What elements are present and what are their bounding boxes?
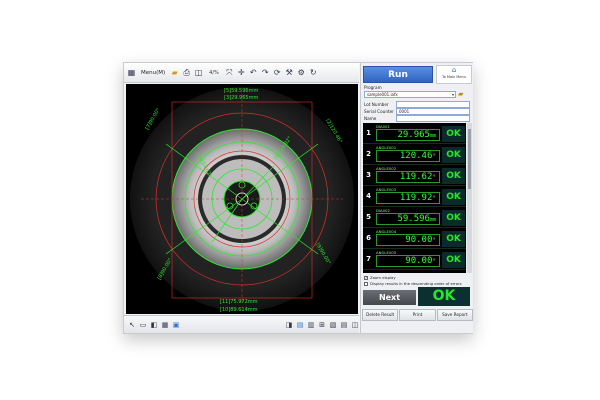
view-icon[interactable]: ◫ xyxy=(351,321,359,329)
lot-number-field[interactable] xyxy=(396,101,470,108)
lot-number-label: Lot Number xyxy=(364,102,389,107)
result-status: OK xyxy=(442,210,465,226)
camera-icon[interactable]: ◨ xyxy=(285,321,293,329)
light-icon[interactable]: ▤ xyxy=(296,321,304,329)
results-list[interactable]: 1 DIA001 29.965mm OK 2 ANGLE001 120.46° … xyxy=(363,123,466,273)
layout-icon[interactable]: ▦ xyxy=(127,68,136,77)
tool-icon[interactable]: ⚒ xyxy=(285,68,294,77)
name-field[interactable] xyxy=(396,115,470,122)
result-row[interactable]: 3 ANGLE002 119.62° OK xyxy=(363,165,466,186)
checkbox-icon xyxy=(364,281,368,286)
home-icon: ⌂ xyxy=(451,66,457,74)
result-status: OK xyxy=(442,189,465,205)
settings-icon[interactable]: ⚙ xyxy=(297,68,306,77)
result-value: 119.62° xyxy=(376,171,440,183)
zoom-level[interactable]: 4/% xyxy=(206,70,222,76)
stage-icon[interactable]: ⊞ xyxy=(318,321,326,329)
results-scrollbar[interactable] xyxy=(467,123,472,273)
menu-button[interactable]: Menu(M) xyxy=(139,70,167,76)
result-value: 90.00° xyxy=(376,234,440,246)
result-status: OK xyxy=(442,147,465,163)
dim-bottom-1: [11]75.972mm xyxy=(220,299,258,305)
result-row[interactable]: 2 ANGLE001 120.46° OK xyxy=(363,144,466,165)
zoom-display-checkbox[interactable]: ✓ Zoom display xyxy=(364,275,396,280)
folder-icon[interactable]: ▰ xyxy=(170,68,179,77)
result-value: 120.46° xyxy=(376,150,440,162)
align-icon[interactable]: ▥ xyxy=(307,321,315,329)
descending-order-checkbox[interactable]: Display results in the descending order … xyxy=(364,281,462,286)
crosshair-icon[interactable]: ✛ xyxy=(237,68,246,77)
result-row[interactable]: 7 ANGLE005 90.00° OK xyxy=(363,249,466,270)
save-report-button[interactable]: Save Report xyxy=(436,309,473,321)
serial-counter-field[interactable]: 0001 xyxy=(396,108,470,115)
delete-result-button[interactable]: Delete Result xyxy=(362,309,399,321)
result-row[interactable]: 5 DIA002 59.596mm OK xyxy=(363,207,466,228)
result-row[interactable]: 1 DIA001 29.965mm OK xyxy=(363,123,466,144)
dim-top-2: [3]29.965mm xyxy=(224,95,258,101)
overall-status-badge: OK xyxy=(418,287,470,306)
print-button[interactable]: Print xyxy=(399,309,436,321)
part-image: [5]59.596mm [3]29.965mm [11]75.972mm [10… xyxy=(126,84,358,314)
result-value: 119.92° xyxy=(376,192,440,204)
measurement-panel: ▦ Menu(M) ▰ ⎙ ◫ 4/% ⤧ ✛ ↶ ↷ ⟳ ⚒ ⚙ ↻ [5]5… xyxy=(124,63,359,333)
chart-icon[interactable]: ▧ xyxy=(329,321,337,329)
main-menu-button[interactable]: ⌂ To Main Menu xyxy=(436,65,472,84)
image-icon[interactable]: ▣ xyxy=(172,321,180,329)
shape-icon[interactable]: ▭ xyxy=(139,321,147,329)
name-label: Name xyxy=(364,116,377,121)
layer-icon[interactable]: ◧ xyxy=(150,321,158,329)
toolbar: ▦ Menu(M) ▰ ⎙ ◫ 4/% ⤧ ✛ ↶ ↷ ⟳ ⚒ ⚙ ↻ xyxy=(124,63,359,83)
result-value: 59.596mm xyxy=(376,213,440,225)
run-button[interactable]: Run xyxy=(363,66,433,83)
rotate-icon[interactable]: ⟳ xyxy=(273,68,282,77)
chevron-down-icon: ▾ xyxy=(451,92,454,97)
result-status: OK xyxy=(442,231,465,247)
grid-icon[interactable]: ▦ xyxy=(161,321,169,329)
redo-icon[interactable]: ↷ xyxy=(261,68,270,77)
next-button[interactable]: Next xyxy=(363,290,416,305)
camera-icon[interactable]: ◫ xyxy=(194,68,203,77)
result-status: OK xyxy=(442,252,465,268)
footer-buttons: Delete Result Print Save Report xyxy=(361,309,474,321)
undo-icon[interactable]: ↶ xyxy=(249,68,258,77)
result-status: OK xyxy=(442,168,465,184)
checkbox-checked-icon: ✓ xyxy=(364,275,368,280)
result-panel: Run ⌂ To Main Menu Program sample001.iaf… xyxy=(360,63,473,333)
image-viewer[interactable]: [5]59.596mm [3]29.965mm [11]75.972mm [10… xyxy=(126,84,358,314)
app-window: ▦ Menu(M) ▰ ⎙ ◫ 4/% ⤧ ✛ ↶ ↷ ⟳ ⚒ ⚙ ↻ [5]5… xyxy=(123,62,473,334)
result-value: 90.00° xyxy=(376,255,440,267)
result-row[interactable]: 6 ANGLE004 90.00° OK xyxy=(363,228,466,249)
table-icon[interactable]: ▤ xyxy=(340,321,348,329)
program-label: Program xyxy=(364,85,382,90)
scroll-thumb[interactable] xyxy=(468,129,471,189)
bottom-toolbar: ↖ ▭ ◧ ▦ ▣ ◨ ▤ ▥ ⊞ ▧ ▤ ◫ xyxy=(124,315,359,333)
fit-icon[interactable]: ⤧ xyxy=(225,68,234,77)
dim-bottom-2: [10]89.614mm xyxy=(220,307,258,313)
serial-counter-label: Serial Counter xyxy=(364,109,394,114)
result-status: OK xyxy=(442,126,465,142)
dim-top-1: [5]59.596mm xyxy=(224,88,258,94)
program-select[interactable]: sample001.iafx ▾ xyxy=(364,91,456,98)
print-icon[interactable]: ⎙ xyxy=(182,68,191,77)
pointer-icon[interactable]: ↖ xyxy=(128,321,136,329)
refresh-icon[interactable]: ↻ xyxy=(309,68,318,77)
result-row[interactable]: 4 ANGLE003 119.92° OK xyxy=(363,186,466,207)
result-value: 29.965mm xyxy=(376,129,440,141)
folder-icon[interactable]: ▰ xyxy=(458,90,463,98)
